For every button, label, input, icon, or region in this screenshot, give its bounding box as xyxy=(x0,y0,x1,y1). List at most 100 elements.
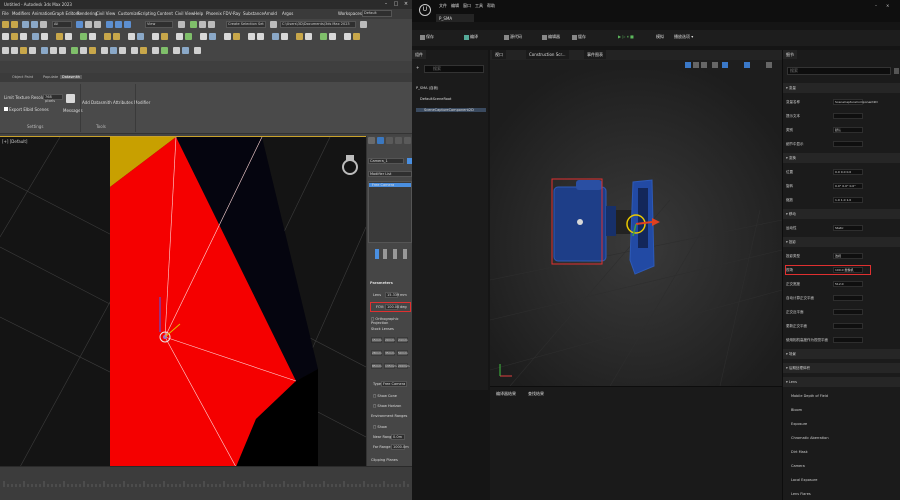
details-group-row[interactable]: Mobile Depth of Field xyxy=(783,391,900,401)
tool-icon-27[interactable] xyxy=(305,33,312,40)
show-end-result-icon[interactable] xyxy=(383,249,387,259)
tool-icon-23[interactable] xyxy=(257,33,264,40)
modify-tab-icon[interactable] xyxy=(377,137,384,144)
tool-icon-a8[interactable] xyxy=(71,47,78,54)
details-group-row[interactable]: Local Exposure xyxy=(783,475,900,485)
menu-graph-editors[interactable]: Graph Editors xyxy=(52,11,79,16)
scale-icon[interactable] xyxy=(124,21,131,28)
details-value-field[interactable]: 0.0° 0.0° 0.0° xyxy=(833,183,863,189)
menu-rendering[interactable]: Rendering xyxy=(77,11,97,16)
tool-icon-18[interactable] xyxy=(200,33,207,40)
near-range-field[interactable]: 0.0m xyxy=(391,434,405,440)
menu-content[interactable]: Content xyxy=(157,11,173,16)
menu-animation[interactable]: Animation xyxy=(32,11,52,16)
tool-icon-a15[interactable] xyxy=(140,47,147,54)
scale-tool-icon[interactable] xyxy=(701,62,707,68)
details-value-field[interactable] xyxy=(833,309,863,315)
tool-icon-a1[interactable] xyxy=(2,47,9,54)
details-section-header[interactable]: ▾ 投影 xyxy=(783,237,900,247)
lens-135mm[interactable]: 135mm xyxy=(384,363,397,369)
tool-icon-5[interactable] xyxy=(41,33,48,40)
tool-icon-a3[interactable] xyxy=(20,47,27,54)
move-icon[interactable] xyxy=(106,21,113,28)
tool-icon-7[interactable] xyxy=(65,33,72,40)
cache-button[interactable]: 缓存 xyxy=(572,34,586,40)
tool-icon-10[interactable] xyxy=(104,33,111,40)
source-button[interactable]: 源代码 xyxy=(504,34,522,40)
details-settings-icon[interactable] xyxy=(894,68,899,74)
menu-modifiers[interactable]: Modifiers xyxy=(12,11,30,16)
tool-icon-a12[interactable] xyxy=(110,47,117,54)
project-path[interactable]: C:\Users\3D\Documents\3ds Max 2023 xyxy=(280,21,356,28)
tool-icon-a18[interactable] xyxy=(173,47,180,54)
menu-file[interactable]: 文件 xyxy=(439,3,447,9)
move-tool-icon[interactable] xyxy=(685,62,691,68)
workspace-select[interactable]: Default xyxy=(362,10,392,17)
tool-icon-a20[interactable] xyxy=(194,47,201,54)
motion-tab-icon[interactable] xyxy=(395,137,402,144)
modifier-list-dropdown[interactable]: Modifier List xyxy=(368,171,412,177)
tool-icon-26[interactable] xyxy=(296,33,303,40)
show-horizon-checkbox[interactable]: □ Show Horizon xyxy=(373,404,401,408)
components-tab[interactable]: 组件 xyxy=(412,50,426,59)
tool-icon-a5[interactable] xyxy=(41,47,48,54)
rotate-tool-icon[interactable] xyxy=(693,62,699,68)
details-value-field[interactable]: 透视 xyxy=(833,253,863,259)
details-value-field[interactable] xyxy=(833,141,863,147)
tool-icon-a6[interactable] xyxy=(50,47,57,54)
mirror-icon[interactable] xyxy=(270,21,277,28)
menu-arnold[interactable]: Arnold xyxy=(264,11,277,16)
tool-icon-8[interactable] xyxy=(80,33,87,40)
object-name-field[interactable]: Camera_1 xyxy=(368,158,404,164)
remove-modifier-icon[interactable] xyxy=(403,249,407,259)
asset-tab[interactable]: P_SMA xyxy=(436,14,474,22)
tool-icon-21[interactable] xyxy=(233,33,240,40)
details-value-field[interactable]: 默认 xyxy=(833,127,863,133)
editor-button[interactable]: 编辑器 xyxy=(542,34,560,40)
menu-window[interactable]: 窗口 xyxy=(463,3,471,9)
details-section-header[interactable]: ▾ 移动 xyxy=(783,209,900,219)
snap-icon[interactable] xyxy=(190,21,197,28)
camera-type-dropdown[interactable]: Free Camera xyxy=(381,381,407,387)
ribbon-tab-datasmith[interactable]: Datasmith xyxy=(60,75,83,79)
event-graph-tab[interactable]: 事件图表 xyxy=(584,50,606,59)
play-button[interactable]: ▶ ▷ ⏸ ■ xyxy=(618,34,634,39)
tree-root[interactable]: P_SMA (自我) xyxy=(416,86,438,91)
tool-icon-17[interactable] xyxy=(185,33,192,40)
tool-icon-13[interactable] xyxy=(137,33,144,40)
undo-icon[interactable] xyxy=(2,21,9,28)
details-search[interactable]: 搜索 xyxy=(787,67,891,75)
env-show-checkbox[interactable]: □ Show xyxy=(373,425,387,429)
simulate-button[interactable]: 模拟 xyxy=(656,34,664,40)
tool-icon-14[interactable] xyxy=(152,33,159,40)
details-value-field[interactable]: Static xyxy=(833,225,863,231)
details-tab[interactable]: 细节 xyxy=(783,50,797,59)
lens-28mm[interactable]: 28mm xyxy=(371,350,382,356)
details-value-field[interactable]: SceneCaptureComponent2D xyxy=(833,99,878,105)
tool-icon-1[interactable] xyxy=(2,33,9,40)
rotate-icon[interactable] xyxy=(115,21,122,28)
details-section-header[interactable]: ▾ 变换 xyxy=(783,153,900,163)
tool-icon-a2[interactable] xyxy=(11,47,18,54)
tool-icon-19[interactable] xyxy=(209,33,216,40)
tool-icon-a19[interactable] xyxy=(182,47,189,54)
bind-icon[interactable] xyxy=(40,21,47,28)
ribbon-tab-object-paint[interactable]: Object Paint xyxy=(12,75,33,79)
play-options-dropdown[interactable]: 播放选项 ▾ xyxy=(674,34,693,40)
details-group-row[interactable]: Dirt Mask xyxy=(783,447,900,457)
tool-icon-a10[interactable] xyxy=(89,47,96,54)
tool-icon-a4[interactable] xyxy=(29,47,36,54)
details-value-field[interactable] xyxy=(833,337,863,343)
menu-civil-view[interactable]: Civil View xyxy=(96,11,115,16)
select-by-name-icon[interactable] xyxy=(85,21,92,28)
menu-file[interactable]: File xyxy=(2,11,9,16)
save-button[interactable]: 保存 xyxy=(420,34,434,40)
unlink-icon[interactable] xyxy=(31,21,38,28)
create-tab-icon[interactable] xyxy=(368,137,375,144)
close-button[interactable]: × xyxy=(402,1,410,8)
close-button[interactable]: × xyxy=(886,3,889,8)
tool-icon-24[interactable] xyxy=(272,33,279,40)
viewport-tab[interactable]: 视口 xyxy=(492,50,506,59)
find-results-tab[interactable]: 查找结果 xyxy=(528,391,544,397)
tool-icon-11[interactable] xyxy=(113,33,120,40)
